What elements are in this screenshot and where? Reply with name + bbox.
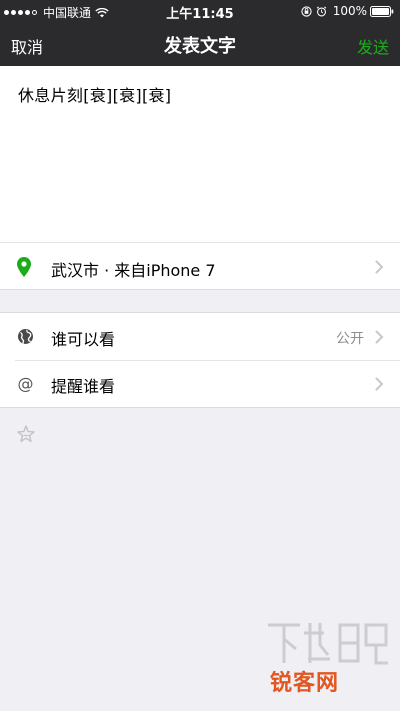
location-pin-icon: [17, 257, 31, 277]
chevron-right-icon: [375, 260, 384, 274]
who-can-see-label: 谁可以看: [51, 330, 116, 349]
visibility-value: 公开: [336, 331, 364, 347]
battery-icon: [370, 5, 394, 17]
status-right: 100%: [297, 4, 394, 18]
chevron-right-icon: [375, 330, 384, 344]
globe-icon: [18, 329, 33, 344]
page-title: 发表文字: [164, 36, 236, 57]
watermark-text: 锐客网: [270, 671, 340, 696]
location-row[interactable]: 武汉市 · 来自iPhone 7: [0, 242, 400, 290]
watermark-logo: 锐客网: [264, 615, 392, 705]
battery-percent: 100%: [332, 4, 367, 18]
at-sign-icon: @: [18, 375, 34, 392]
svg-text:@: @: [18, 375, 34, 392]
remind-who-row[interactable]: @ 提醒谁看: [0, 360, 400, 407]
remind-who-label: 提醒谁看: [51, 377, 116, 396]
location-label: 武汉市 · 来自iPhone 7: [51, 261, 216, 280]
status-bar: 中国联通 上午11:45 100%: [0, 0, 400, 22]
who-can-see-row[interactable]: 谁可以看 公开: [0, 313, 400, 360]
settings-group: 谁可以看 公开 @ 提醒谁看: [0, 312, 400, 408]
compose-text: 休息片刻[衰][衰][衰]: [18, 86, 172, 105]
send-button[interactable]: 发送: [357, 34, 389, 58]
compose-textarea[interactable]: 休息片刻[衰][衰][衰]: [0, 66, 400, 242]
star-icon[interactable]: [17, 425, 35, 443]
chevron-right-icon: [375, 377, 384, 391]
nav-bar: 取消 发表文字 发送: [0, 22, 400, 66]
alarm-icon: [316, 6, 326, 16]
rotation-lock-icon: [301, 5, 312, 17]
